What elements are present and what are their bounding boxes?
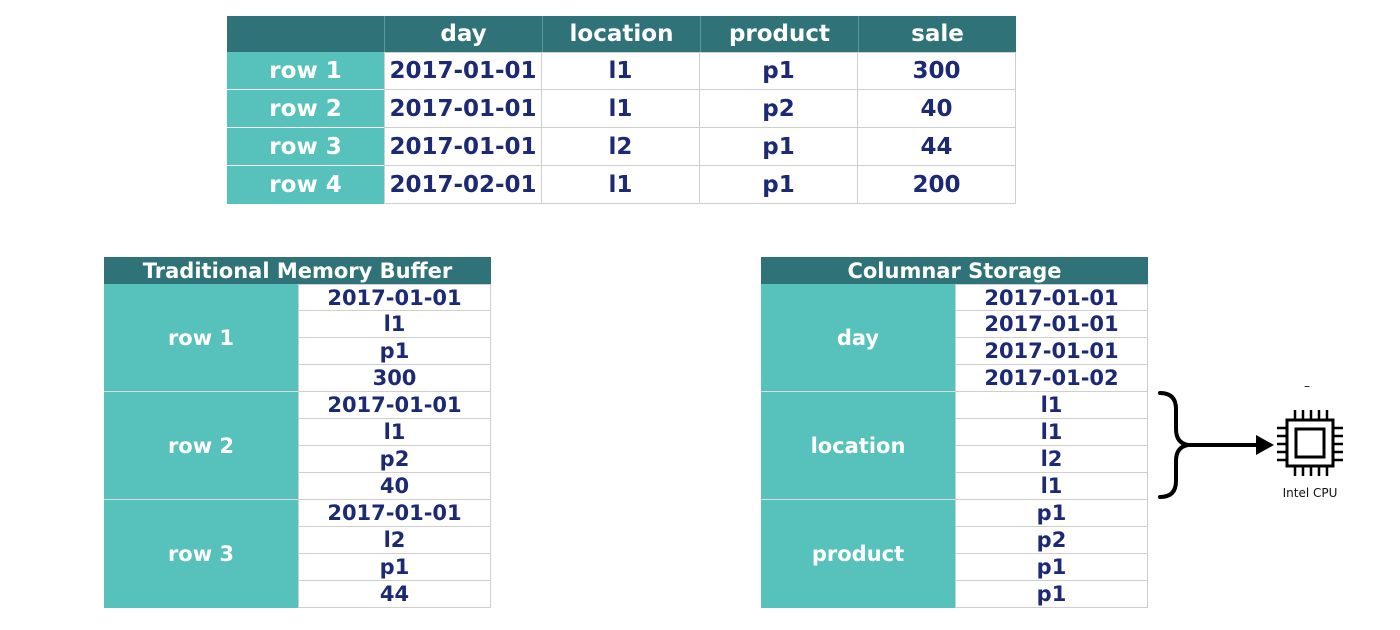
column-header-product: product — [700, 16, 858, 52]
column-cell: p1 — [955, 581, 1148, 608]
table-cell: 2017-01-01 — [384, 128, 542, 166]
column-header-location: location — [542, 16, 700, 52]
buffer-cell: 300 — [298, 365, 491, 392]
column-cell: 2017-01-01 — [955, 284, 1148, 311]
buffer-cell: l1 — [298, 419, 491, 446]
table-cell: 2017-01-01 — [384, 52, 542, 90]
table-cell: l1 — [542, 166, 700, 204]
columnar-title: Columnar Storage — [761, 257, 1148, 284]
column-cell: l2 — [955, 446, 1148, 473]
buffer-cell: 40 — [298, 473, 491, 500]
column-header-sale: sale — [858, 16, 1016, 52]
buffer-cell: p2 — [298, 446, 491, 473]
table-cell: l1 — [542, 52, 700, 90]
table-cell: 40 — [858, 90, 1016, 128]
table-cell: p1 — [700, 128, 858, 166]
row-buffer-title: Traditional Memory Buffer — [104, 257, 491, 284]
buffer-cell: 2017-01-01 — [298, 500, 491, 527]
buffer-cell: l2 — [298, 527, 491, 554]
cpu-mark: – — [1304, 379, 1310, 393]
row-group-label: row 3 — [104, 500, 298, 608]
cpu-label: Intel CPU — [1282, 486, 1338, 500]
row-label: row 3 — [227, 128, 384, 166]
top-table-corner — [227, 16, 384, 52]
table-cell: l1 — [542, 90, 700, 128]
table-cell: p1 — [700, 166, 858, 204]
buffer-cell: p1 — [298, 554, 491, 581]
column-group-label: location — [761, 392, 955, 500]
column-header-day: day — [384, 16, 542, 52]
column-group-label: product — [761, 500, 955, 608]
row-group-label: row 2 — [104, 392, 298, 500]
column-cell: 2017-01-01 — [955, 311, 1148, 338]
table-cell: l2 — [542, 128, 700, 166]
buffer-cell: 44 — [298, 581, 491, 608]
table-cell: p2 — [700, 90, 858, 128]
curly-brace — [1158, 391, 1189, 499]
column-cell: p1 — [955, 500, 1148, 527]
column-cell: p2 — [955, 527, 1148, 554]
column-cell: 2017-01-02 — [955, 365, 1148, 392]
column-group-label: day — [761, 284, 955, 392]
table-cell: 300 — [858, 52, 1016, 90]
buffer-cell: p1 — [298, 338, 491, 365]
column-cell: l1 — [955, 419, 1148, 446]
brace-arrow-graphic — [1158, 391, 1274, 499]
cpu-chip-icon — [1277, 410, 1343, 476]
column-cell: l1 — [955, 392, 1148, 419]
column-cell: p1 — [955, 554, 1148, 581]
buffer-cell: 2017-01-01 — [298, 284, 491, 311]
table-cell: p1 — [700, 52, 858, 90]
table-cell: 200 — [858, 166, 1016, 204]
table-cell: 2017-01-01 — [384, 90, 542, 128]
row-label: row 2 — [227, 90, 384, 128]
column-cell: l1 — [955, 473, 1148, 500]
table-cell: 44 — [858, 128, 1016, 166]
row-group-label: row 1 — [104, 284, 298, 392]
column-cell: 2017-01-01 — [955, 338, 1148, 365]
table-cell: 2017-02-01 — [384, 166, 542, 204]
row-label: row 1 — [227, 52, 384, 90]
buffer-cell: 2017-01-01 — [298, 392, 491, 419]
arrow-head — [1256, 435, 1274, 455]
row-label: row 4 — [227, 166, 384, 204]
buffer-cell: l1 — [298, 311, 491, 338]
